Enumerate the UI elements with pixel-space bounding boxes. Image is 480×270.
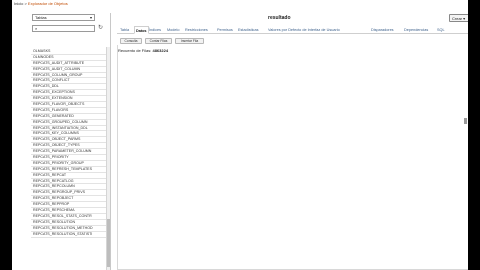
table-list: OLMASKS OLMNODES REPCATS_AUDIT_ATTRIBUTE RE… [31,49,106,238]
tab-permisos[interactable]: Permisos [217,26,233,34]
breadcrumb-home[interactable]: Inicio [14,1,23,6]
scrollbar-thumb[interactable] [107,219,110,267]
tab-modelo[interactable]: Modelo [167,26,179,34]
screen: Inicio > Explorador de Objetos Tablas ▾ … [12,0,468,270]
tab-bar: Tabla Datos Índices Modelo Restricciones… [117,26,468,34]
row-count-label: Recuento de Filas: [118,48,152,53]
tab-sql[interactable]: SQL [437,26,445,34]
query-button[interactable]: Consulta [120,38,142,44]
refresh-icon[interactable]: ↻ [97,25,104,32]
object-type-value: Tablas [35,15,47,20]
detail-pane: resultado Crear ▾ Tabla Datos Índices Mo… [112,13,468,270]
tab-datos[interactable]: Datos [134,26,149,34]
object-type-select[interactable]: Tablas ▾ [32,14,95,21]
create-button-label: Crear [452,16,463,21]
chevron-down-icon: ▾ [463,16,466,21]
tab-restricciones[interactable]: Restricciones [185,26,208,34]
breadcrumb-object-browser[interactable]: Explorador de Objetos [28,1,68,6]
scrollbar-thumb[interactable] [464,118,467,124]
breadcrumb: Inicio > Explorador de Objetos [14,1,68,6]
row-count-value: 4863224 [152,48,169,53]
tab-tabla[interactable]: Tabla [120,26,129,34]
insert-row-button[interactable]: Insertar Fila [175,38,204,44]
tab-dependencias[interactable]: Dependencias [404,26,428,34]
table-list-item[interactable]: REPCATS_RESOLUTION_STATISTI [31,232,106,238]
tab-valores-por-defecto[interactable]: Valores por Defecto de Interfaz de Usuar… [268,26,340,34]
page-scrollbar[interactable] [464,48,468,270]
table-list-scrollbar[interactable] [106,47,110,270]
object-browser-pane: Tablas ▾ ⌕ ↻ OLMASKS OLMNODES REPCATS_AUDI… [14,13,111,270]
tab-indices[interactable]: Índices [149,26,161,34]
data-content-area [117,45,468,270]
tab-disparadores[interactable]: Disparadores [371,26,394,34]
search-icon: ⌕ [35,26,38,31]
tab-estadisticas[interactable]: Estadísticas [238,26,258,34]
count-rows-button[interactable]: Contar Filas [145,38,172,44]
create-button[interactable]: Crear ▾ [449,14,468,22]
chevron-down-icon: ▾ [89,15,92,20]
page-title: resultado [268,15,291,21]
search-input[interactable]: ⌕ [32,25,95,32]
row-count: Recuento de Filas: 4863224 [118,48,168,53]
